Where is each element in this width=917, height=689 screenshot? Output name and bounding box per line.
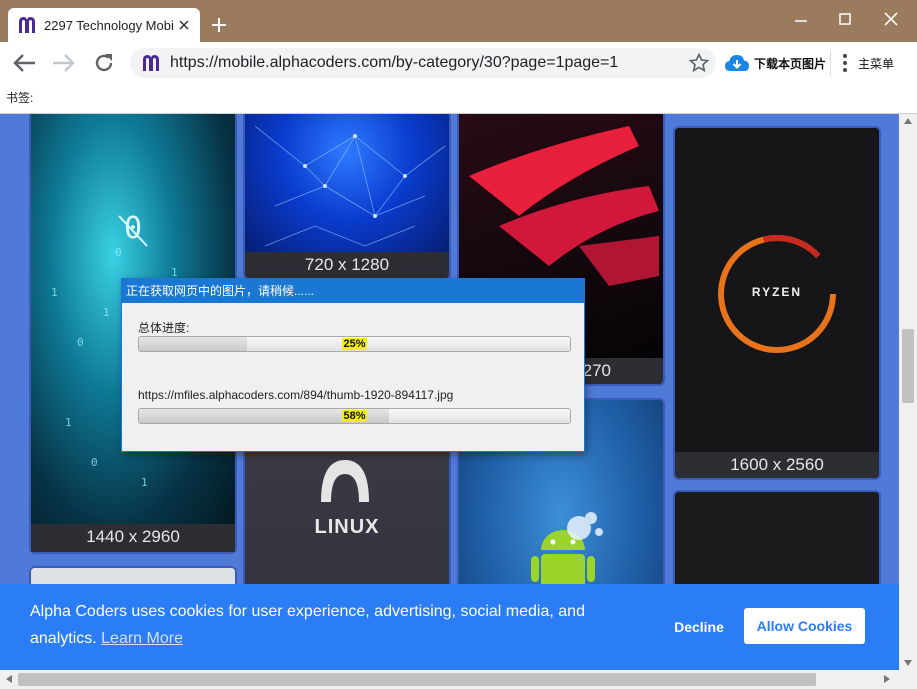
download-page-images-button[interactable]: 下载本页图片: [724, 50, 826, 76]
scroll-down-icon[interactable]: [903, 658, 913, 668]
cookie-message: Alpha Coders uses cookies for user exper…: [30, 598, 610, 652]
resolution-label: 720 x 1280: [245, 252, 449, 278]
minimize-icon: [795, 20, 807, 22]
browser-tab[interactable]: 2297 Technology Mobi: [8, 8, 200, 42]
bookmarks-bar: 书签:: [0, 84, 917, 114]
svg-text:0: 0: [115, 246, 122, 259]
svg-text:0: 0: [124, 211, 142, 246]
svg-text:1: 1: [141, 476, 148, 489]
browser-window: 2297 Technology Mobi https://mobile.alph…: [0, 0, 917, 689]
tab-title: 2297 Technology Mobi: [44, 17, 174, 33]
arrow-right-icon: [53, 54, 75, 72]
title-bar: 2297 Technology Mobi: [0, 0, 917, 42]
vertical-scrollbar[interactable]: [899, 114, 917, 670]
tab-close-icon[interactable]: [176, 17, 192, 33]
overall-progress-percent: 25%: [342, 338, 367, 350]
maximize-icon: [839, 13, 851, 25]
svg-text:0: 0: [77, 336, 84, 349]
allow-cookies-button[interactable]: Allow Cookies: [744, 608, 865, 644]
browser-toolbar: https://mobile.alphacoders.com/by-catego…: [0, 42, 917, 84]
scroll-up-icon[interactable]: [903, 116, 913, 126]
current-image-url: https://mfiles.alphacoders.com/894/thumb…: [138, 388, 454, 402]
cloud-download-icon: [725, 55, 749, 71]
new-tab-button[interactable]: [206, 12, 232, 38]
reload-button[interactable]: [88, 48, 120, 78]
main-menu-button[interactable]: 主菜单: [842, 50, 894, 76]
ryzen-logo-text: RYZEN: [751, 285, 803, 299]
overall-progress-label: 总体进度:: [138, 321, 190, 335]
scroll-left-icon[interactable]: [4, 674, 14, 684]
horizontal-scroll-thumb[interactable]: [18, 673, 816, 686]
main-menu-label: 主菜单: [858, 56, 895, 71]
svg-text:1: 1: [65, 416, 72, 429]
arrow-left-icon: [13, 54, 35, 72]
close-icon: [884, 12, 898, 26]
resolution-label: 1440 x 2960: [31, 524, 235, 552]
wallpaper-card[interactable]: RYZEN 1600 x 2560: [673, 126, 881, 480]
decline-button[interactable]: Decline: [660, 612, 738, 642]
horizontal-scrollbar[interactable]: [0, 670, 917, 689]
cookie-banner: Alpha Coders uses cookies for user exper…: [0, 584, 899, 670]
maximize-button[interactable]: [822, 0, 868, 38]
plus-icon: [212, 18, 226, 32]
resolution-label: 1600 x 2560: [675, 452, 879, 478]
minimize-button[interactable]: [778, 0, 824, 38]
site-favicon-icon: [16, 15, 38, 35]
overall-progress-bar: 25%: [138, 336, 571, 352]
download-label: 下载本页图片: [754, 56, 827, 71]
vertical-scroll-thumb[interactable]: [902, 329, 914, 403]
wallpaper-card[interactable]: 720 x 1280: [243, 114, 451, 280]
scroll-right-icon[interactable]: [882, 674, 892, 684]
back-button[interactable]: [8, 48, 40, 78]
reload-icon: [95, 54, 113, 72]
wallpaper-thumbnail[interactable]: RYZEN: [675, 128, 879, 456]
toolbar-divider: [830, 50, 831, 76]
dialog-title: 正在获取网页中的图片，请稍候......: [122, 279, 584, 303]
svg-text:1: 1: [103, 306, 110, 319]
bookmark-star-icon[interactable]: [688, 52, 710, 74]
svg-text:0: 0: [91, 456, 98, 469]
current-progress-percent: 58%: [342, 410, 367, 422]
learn-more-link[interactable]: Learn More: [101, 630, 183, 647]
image-fetch-progress-dialog: 正在获取网页中的图片，请稍候...... 总体进度: 25% https://m…: [121, 278, 585, 452]
kebab-menu-icon: [843, 54, 847, 72]
url-text[interactable]: https://mobile.alphacoders.com/by-catego…: [170, 54, 618, 72]
current-progress-bar: 58%: [138, 408, 571, 424]
forward-button[interactable]: [48, 48, 80, 78]
address-bar[interactable]: https://mobile.alphacoders.com/by-catego…: [130, 48, 716, 78]
wallpaper-thumbnail[interactable]: [245, 114, 449, 258]
bookmarks-label: 书签:: [6, 91, 34, 105]
site-favicon-icon: [140, 53, 162, 73]
close-window-button[interactable]: [868, 0, 914, 38]
svg-text:1: 1: [51, 286, 58, 299]
linux-logo-text: LINUX: [314, 516, 380, 538]
